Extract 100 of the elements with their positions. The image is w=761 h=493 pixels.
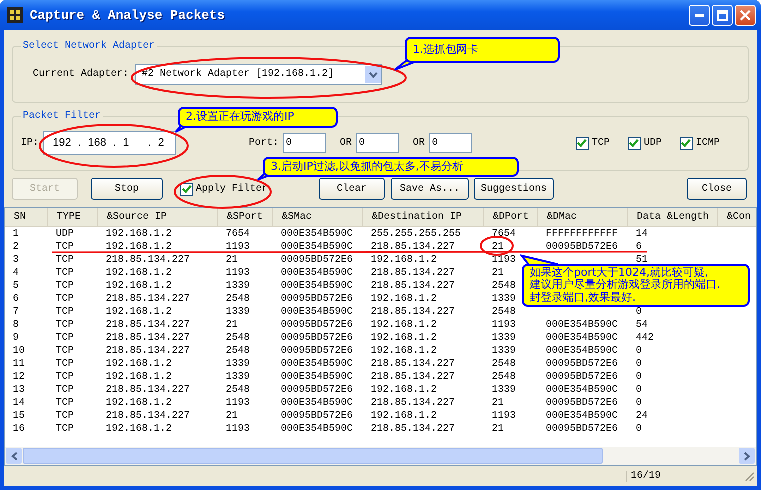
table-cell: TCP — [56, 255, 74, 266]
adapter-dropdown[interactable]: #2 Network Adapter [192.168.1.2] — [135, 64, 382, 85]
table-cell: FFFFFFFFFFFF — [546, 229, 618, 240]
or-label: OR — [340, 138, 352, 148]
table-cell: 000E354B590C — [546, 346, 618, 357]
maximize-button[interactable] — [712, 4, 733, 26]
table-cell: 000E354B590C — [546, 320, 618, 331]
table-cell: 00095BD572E6 — [546, 424, 618, 435]
table-cell: 2548 — [226, 294, 250, 305]
table-cell: 000E354B590C — [546, 385, 618, 396]
table-cell: 218.85.134.227 — [371, 359, 456, 370]
ip-address-field[interactable]: 192 . 168 . 1 . 2 — [43, 131, 176, 155]
table-cell: 00095BD572E6 — [281, 255, 354, 266]
table-cell: 0 — [636, 372, 642, 383]
column-header[interactable]: SN — [5, 208, 48, 226]
table-cell: 1193 — [226, 268, 250, 279]
table-cell: TCP — [56, 346, 74, 357]
action-button[interactable]: Clear — [319, 178, 386, 200]
table-cell: 2548 — [226, 346, 250, 357]
column-header[interactable]: &Source IP — [98, 208, 218, 226]
apply-filter-checkbox[interactable]: Apply Filter — [180, 182, 268, 196]
table-cell: 1 — [13, 229, 20, 240]
column-header[interactable]: &SMac — [273, 208, 363, 226]
table-cell: TCP — [56, 359, 74, 370]
action-button[interactable]: Close — [687, 178, 747, 200]
table-cell: 2548 — [226, 333, 250, 344]
table-cell: 1193 — [492, 411, 516, 422]
table-cell: 21 — [492, 424, 504, 435]
protocol-checkbox[interactable]: TCP — [576, 136, 610, 150]
table-cell: 24 — [636, 411, 648, 422]
action-button[interactable]: Stop — [91, 178, 163, 200]
table-cell: 00095BD572E6 — [281, 294, 354, 305]
column-header[interactable]: &DMac — [538, 208, 628, 226]
table-cell: 000E354B590C — [281, 242, 354, 253]
check-icon — [681, 138, 692, 148]
action-button[interactable]: Save As... — [391, 178, 470, 200]
port-field[interactable]: 0 — [283, 133, 326, 153]
minimize-icon — [695, 14, 704, 16]
table-cell: 000E354B590C — [546, 333, 618, 344]
port-field[interactable]: 0 — [429, 133, 472, 153]
table-cell: 12 — [13, 372, 26, 383]
table-cell: 00095BD572E6 — [546, 242, 618, 253]
group-title: Select Network Adapter — [22, 41, 156, 52]
table-cell: 21 — [226, 320, 238, 331]
table-cell: 1339 — [226, 372, 250, 383]
table-cell: TCP — [56, 385, 74, 396]
column-header[interactable]: &SPort — [218, 208, 273, 226]
table-cell: 2548 — [492, 372, 516, 383]
table-cell: 3 — [13, 255, 20, 266]
table-cell: 000E354B590C — [281, 268, 354, 279]
column-header[interactable]: Data &Length — [628, 208, 718, 226]
table-cell: 192.168.1.2 — [106, 359, 172, 370]
table-cell: 1339 — [226, 359, 250, 370]
group-title: Packet Filter — [22, 111, 102, 122]
close-button[interactable] — [735, 4, 756, 26]
table-cell: 1193 — [226, 398, 250, 409]
minimize-button[interactable] — [689, 4, 710, 26]
table-cell: 1339 — [492, 346, 516, 357]
port-field[interactable]: 0 — [356, 133, 400, 153]
grid-icon — [7, 7, 23, 23]
table-cell: 00095BD572E6 — [281, 346, 354, 357]
table-cell: 2548 — [492, 281, 516, 292]
table-cell: 1339 — [492, 294, 516, 305]
table-cell: 192.168.1.2 — [106, 398, 172, 409]
column-header[interactable]: TYPE — [48, 208, 98, 226]
table-cell: 2 — [13, 242, 20, 253]
table-cell: 0 — [636, 359, 642, 370]
table-cell: 000E354B590C — [281, 359, 354, 370]
table-cell: 192.168.1.2 — [106, 307, 172, 318]
table-cell: 00095BD572E6 — [546, 398, 618, 409]
table-cell: 192.168.1.2 — [371, 346, 438, 357]
column-header[interactable]: &Con — [718, 208, 756, 226]
table-cell: TCP — [56, 424, 74, 435]
table-cell: 218.85.134.227 — [371, 398, 456, 409]
table-cell: TCP — [56, 242, 74, 253]
horizontal-scrollbar[interactable] — [5, 447, 756, 465]
column-header[interactable]: &Destination IP — [363, 208, 484, 226]
column-header[interactable]: &DPort — [484, 208, 538, 226]
table-cell: 4 — [13, 268, 20, 279]
table-cell: 7654 — [226, 229, 250, 240]
check-icon — [577, 138, 588, 148]
protocol-checkbox[interactable]: UDP — [628, 136, 662, 150]
maximize-icon — [717, 10, 728, 20]
table-cell: 192.168.1.2 — [106, 281, 172, 292]
table-cell: 192.168.1.2 — [106, 242, 172, 253]
table-cell: TCP — [56, 294, 74, 305]
table-cell: TCP — [56, 268, 74, 279]
window-title: Capture & Analyse Packets — [30, 8, 226, 22]
protocol-checkbox[interactable]: ICMP — [680, 136, 720, 150]
table-cell: 1339 — [226, 281, 250, 292]
table-cell: 255.255.255.255 — [371, 229, 462, 240]
action-button[interactable]: Suggestions — [474, 178, 554, 200]
table-cell: 5 — [13, 281, 20, 292]
table-cell: 00095BD572E6 — [281, 320, 354, 331]
port-label: Port: — [249, 138, 280, 148]
table-cell: 218.85.134.227 — [106, 346, 190, 357]
table-cell: 1339 — [226, 307, 250, 318]
table-cell: UDP — [56, 229, 74, 240]
table-cell: 0 — [636, 398, 642, 409]
table-cell: 218.85.134.227 — [106, 385, 190, 396]
